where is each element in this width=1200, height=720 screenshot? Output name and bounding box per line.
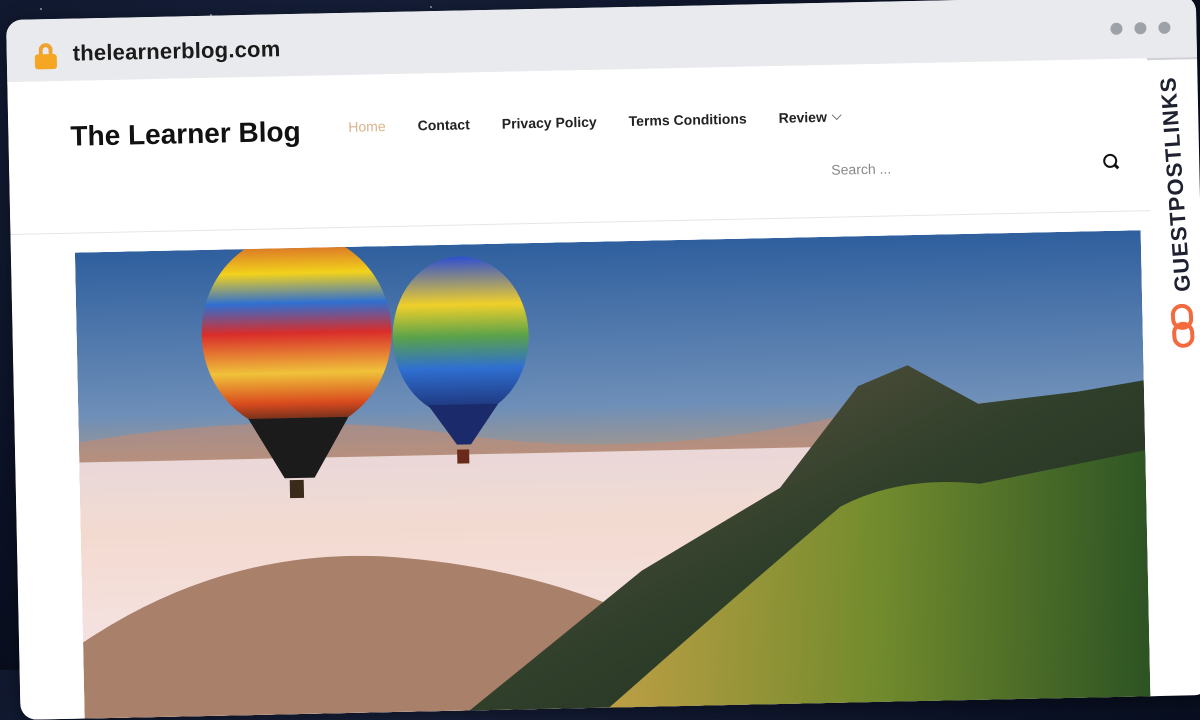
- nav-item-privacy-policy[interactable]: Privacy Policy: [502, 114, 597, 132]
- lock-icon: [34, 43, 58, 70]
- nav-item-home[interactable]: Home: [348, 118, 386, 135]
- nav-item-contact[interactable]: Contact: [417, 116, 469, 133]
- address-bar-url[interactable]: thelearnerblog.com: [72, 36, 280, 66]
- webpage: The Learner Blog Home Contact Privacy Po…: [7, 58, 1161, 720]
- nav-item-review-label: Review: [778, 108, 828, 126]
- site-title[interactable]: The Learner Blog: [70, 116, 301, 153]
- chevron-down-icon: [831, 109, 842, 120]
- window-dot-icon: [1158, 21, 1171, 34]
- window-dot-icon: [1110, 22, 1123, 35]
- chain-link-icon: [1170, 303, 1195, 348]
- hero-image[interactable]: [74, 230, 1151, 720]
- search-icon[interactable]: [1103, 153, 1120, 170]
- primary-navigation: Home Contact Privacy Policy Terms Condit…: [348, 108, 842, 135]
- nav-item-review[interactable]: Review: [778, 108, 842, 126]
- window-dot-icon: [1134, 22, 1147, 35]
- search-input[interactable]: [829, 155, 1074, 179]
- window-controls: [1110, 21, 1171, 35]
- browser-window: thelearnerblog.com The Learner Blog Home…: [6, 0, 1200, 720]
- header-divider: [10, 210, 1151, 235]
- nav-item-terms-conditions[interactable]: Terms Conditions: [629, 111, 747, 129]
